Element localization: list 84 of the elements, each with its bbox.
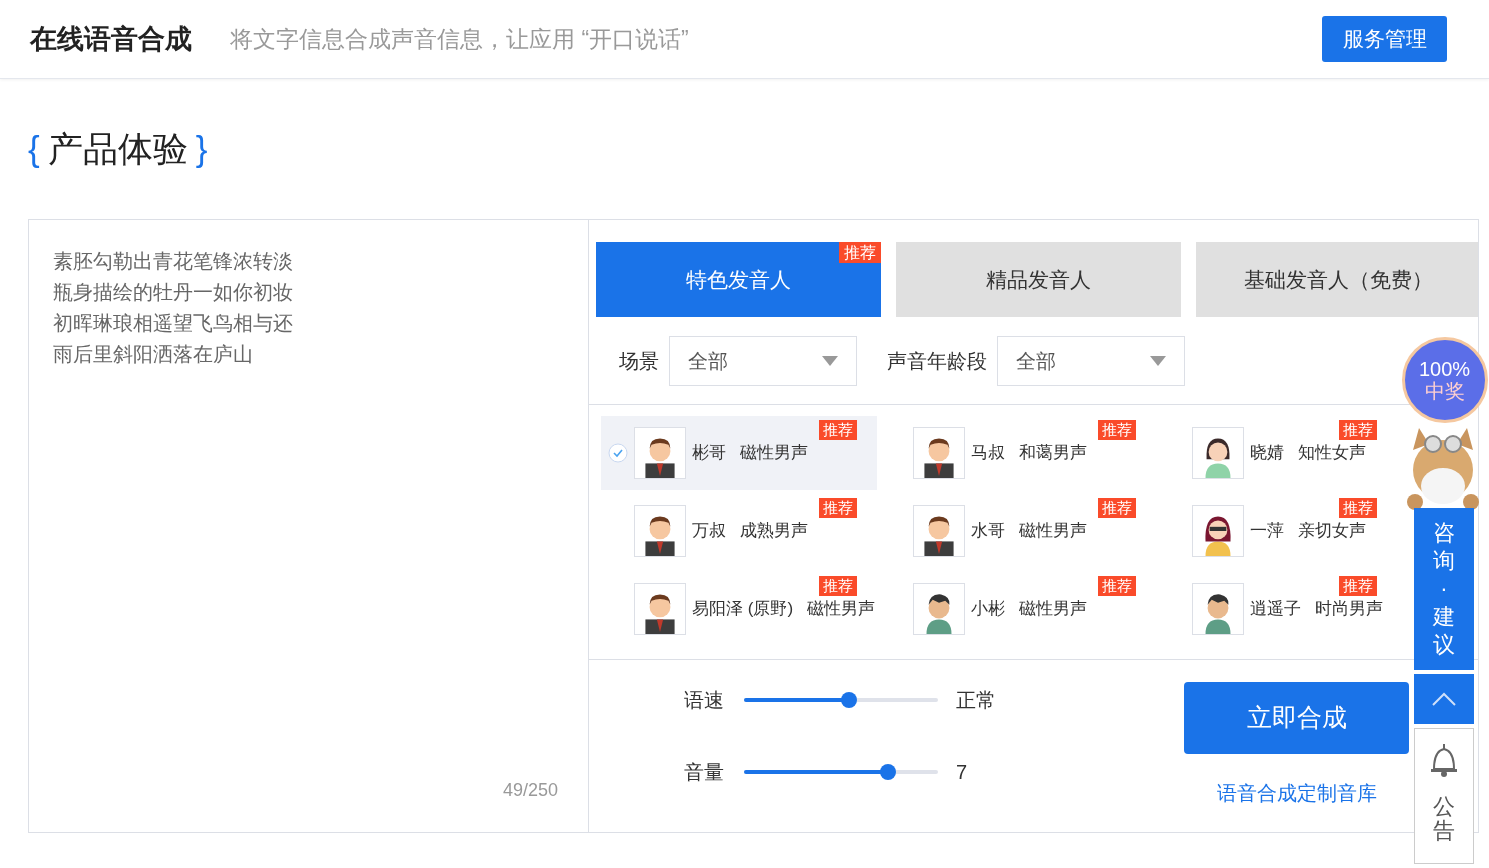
brace: { [28, 127, 40, 170]
slider-label: 音量 [684, 760, 725, 785]
voice-name: 晓婧 [1250, 442, 1284, 465]
voice-description: 亲切女声 [1298, 520, 1366, 543]
input-text-line: 雨后里斜阳洒落在庐山 [53, 342, 253, 367]
check-icon [608, 443, 628, 463]
slider-label: 语速 [684, 688, 725, 713]
filter-label: 场景 [619, 348, 659, 374]
brace: } [195, 127, 208, 170]
recommend-badge: 推荐 [819, 498, 857, 518]
voice-tab[interactable]: 基础发音人（免费） [1196, 242, 1478, 317]
input-text-line: 初晖琳琅相遥望飞鸟相与还 [53, 311, 293, 336]
recommend-badge: 推荐 [1339, 576, 1377, 596]
recommend-badge: 推荐 [1098, 576, 1136, 596]
voice-item[interactable]: 推荐 易阳泽 (原野) 磁性男声 [601, 572, 877, 646]
notice-button[interactable]: 公 告 [1414, 728, 1474, 864]
promo-badge[interactable]: 100% 中奖 [1401, 337, 1488, 423]
slider-thumb[interactable] [840, 692, 857, 708]
section-title: 产品体验 [47, 127, 188, 170]
voice-item[interactable]: 推荐 逍遥子 时尚男声 [1159, 572, 1397, 646]
voice-description: 成熟男声 [740, 520, 808, 543]
input-text-line: 素胚勾勒出青花笔锋浓转淡 [53, 249, 293, 274]
slider-reading: 正常 [956, 688, 996, 713]
voice-description: 磁性男声 [740, 442, 808, 465]
filter-label: 声音年龄段 [887, 348, 987, 374]
voice-description: 知性女声 [1298, 442, 1366, 465]
voice-name: 逍遥子 [1250, 598, 1301, 621]
recommend-badge: 推荐 [1339, 420, 1377, 440]
voice-item[interactable]: 推荐 水哥 磁性男声 [880, 494, 1156, 568]
caret-icon [1150, 355, 1166, 366]
avatar-icon [913, 505, 965, 557]
voice-name: 小彬 [971, 598, 1005, 621]
voice-description: 磁性男声 [1019, 520, 1087, 543]
voice-name: 万叔 [692, 520, 726, 543]
voice-name: 水哥 [971, 520, 1005, 543]
slider-reading: 7 [956, 760, 968, 785]
slider-thumb[interactable] [879, 764, 896, 780]
filter-dropdown[interactable]: 全部 [669, 335, 857, 386]
recommend-badge: 推荐 [1098, 498, 1136, 518]
avatar-icon [1192, 427, 1244, 479]
avatar-icon [634, 583, 686, 635]
recommend-badge: 推荐 [839, 242, 881, 263]
recommend-badge: 推荐 [1098, 420, 1136, 440]
bell-icon [1429, 743, 1459, 777]
promo-text: 中奖 [1424, 380, 1465, 402]
voice-item[interactable]: 推荐 马叔 和蔼男声 [880, 416, 1156, 490]
voice-description: 和蔼男声 [1019, 442, 1087, 465]
avatar-icon [634, 505, 686, 557]
page-subtitle: 将文字信息合成声音信息，让应用 “开口说话” [230, 24, 689, 54]
recommend-badge: 推荐 [819, 420, 857, 440]
character-counter: 49/250 [502, 779, 558, 802]
page-title: 在线语音合成 [30, 22, 192, 56]
avatar-icon [913, 427, 965, 479]
voice-tab[interactable]: 特色发音人 推荐 [596, 242, 881, 317]
caret-icon [822, 355, 838, 366]
consult-button[interactable]: 咨 询 · 建 议 [1414, 508, 1474, 670]
voice-description: 时尚男声 [1315, 598, 1383, 621]
avatar-icon [1192, 505, 1244, 557]
synthesize-button[interactable]: 立即合成 [1184, 682, 1409, 754]
voice-tab[interactable]: 精品发音人 [896, 242, 1181, 317]
voice-item[interactable]: 推荐 一萍 亲切女声 [1159, 494, 1397, 568]
voice-name: 马叔 [971, 442, 1005, 465]
voice-description: 磁性男声 [807, 598, 876, 621]
back-to-top-button[interactable] [1414, 674, 1474, 724]
avatar-icon [1192, 583, 1244, 635]
service-management-button[interactable]: 服务管理 [1322, 16, 1447, 62]
filter-dropdown[interactable]: 全部 [997, 335, 1185, 386]
voice-item[interactable]: 推荐 彬哥 磁性男声 [601, 416, 877, 490]
chevron-up-icon [1432, 692, 1456, 706]
voice-description: 磁性男声 [1019, 598, 1087, 621]
text-input-field[interactable]: 素胚勾勒出青花笔锋浓转淡 瓶身描绘的牡丹一如你初妆 初晖琳琅相遥望飞鸟相与还 雨后里斜阳洒落在庐山 49/250 [29, 220, 589, 832]
promo-text: 100% [1418, 358, 1471, 380]
voice-name: 一萍 [1250, 520, 1284, 543]
voice-item[interactable]: 推荐 小彬 磁性男声 [880, 572, 1156, 646]
voice-item[interactable]: 推荐 晓婧 知性女声 [1159, 416, 1397, 490]
input-text-line: 瓶身描绘的牡丹一如你初妆 [53, 280, 293, 305]
avatar-icon [913, 583, 965, 635]
recommend-badge: 推荐 [1339, 498, 1377, 518]
voice-name: 易阳泽 (原野) [692, 598, 794, 621]
custom-voice-link[interactable]: 语音合成定制音库 [1216, 778, 1377, 808]
voice-item[interactable]: 推荐 万叔 成熟男声 [601, 494, 877, 568]
voice-name: 彬哥 [692, 442, 726, 465]
recommend-badge: 推荐 [819, 576, 857, 596]
avatar-icon [634, 427, 686, 479]
